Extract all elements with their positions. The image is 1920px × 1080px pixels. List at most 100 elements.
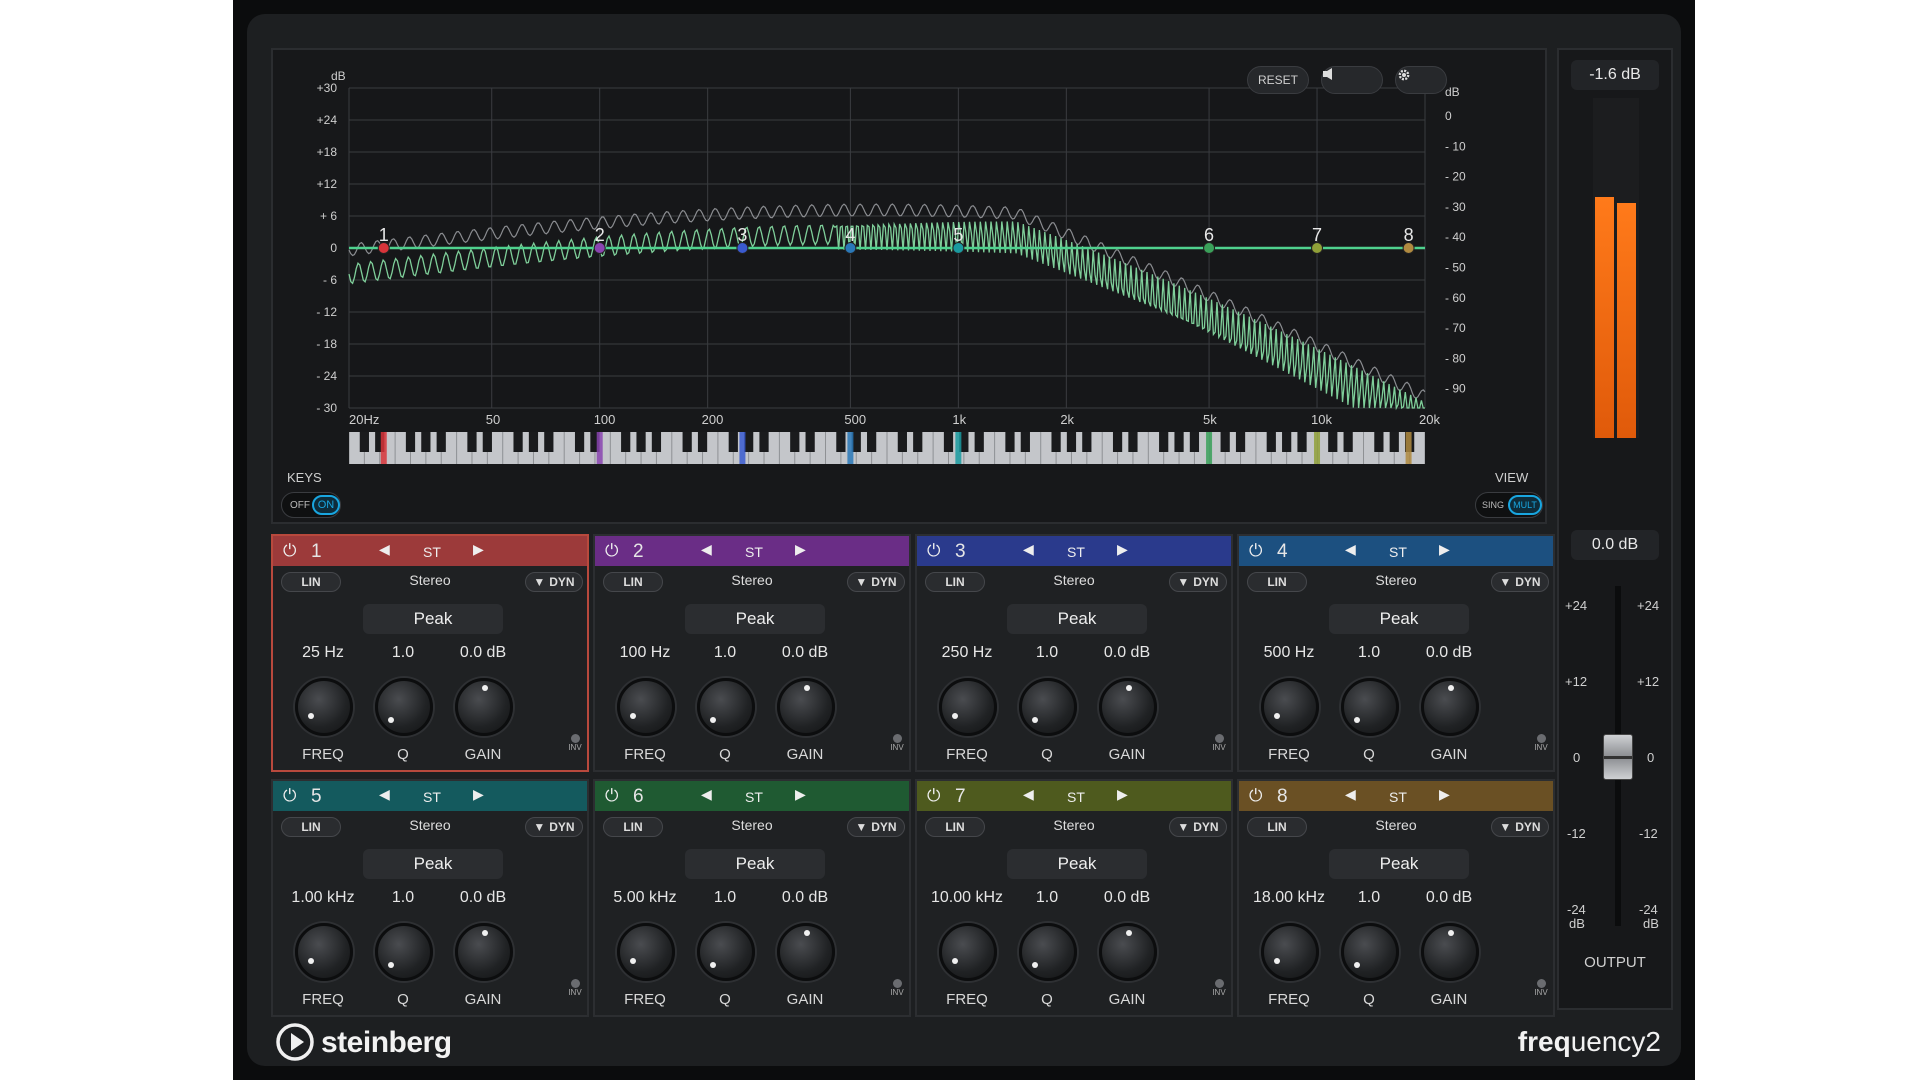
piano-black-key[interactable] xyxy=(913,432,923,452)
gain-value[interactable]: 0.0 dB xyxy=(755,889,855,907)
piano-black-key[interactable] xyxy=(1266,432,1276,452)
output-fader-handle[interactable] xyxy=(1603,734,1633,780)
piano-black-key[interactable] xyxy=(1066,432,1077,452)
next-arrow-icon[interactable]: ▶ xyxy=(473,786,484,803)
gain-knob[interactable] xyxy=(1421,923,1479,981)
eq-curve-display[interactable]: dB+30+24+18+12+ 60- 6- 12- 18- 24- 30dB0… xyxy=(273,50,1549,526)
dyn-button[interactable]: ▼ DYN xyxy=(1491,817,1549,837)
invert-toggle[interactable]: INV xyxy=(1529,979,1553,997)
piano-black-key[interactable] xyxy=(1374,432,1384,452)
filter-type-selector[interactable]: Peak xyxy=(1329,849,1469,879)
gain-knob[interactable] xyxy=(455,923,513,981)
power-icon[interactable]: ⏻ xyxy=(283,786,296,806)
power-icon[interactable]: ⏻ xyxy=(927,786,940,806)
filter-type-selector[interactable]: Peak xyxy=(1007,849,1147,879)
filter-type-selector[interactable]: Peak xyxy=(1007,604,1147,634)
gain-knob[interactable] xyxy=(1421,678,1479,736)
piano-black-key[interactable] xyxy=(467,432,477,452)
piano-black-key[interactable] xyxy=(1297,432,1307,452)
next-arrow-icon[interactable]: ▶ xyxy=(1439,786,1450,803)
prev-arrow-icon[interactable]: ◀ xyxy=(379,786,390,803)
piano-black-key[interactable] xyxy=(790,432,800,452)
piano-black-key[interactable] xyxy=(682,432,692,452)
piano-black-key[interactable] xyxy=(1174,432,1184,452)
channel-mode-label[interactable]: ST xyxy=(745,544,763,560)
eq-graph[interactable]: dB +30 +24 +18 +12 + 60- 6- 12- 18- 24- 30 dB 0… xyxy=(271,48,1547,524)
gain-knob[interactable] xyxy=(1099,923,1157,981)
invert-toggle[interactable]: INV xyxy=(885,979,909,997)
channel-mode-label[interactable]: ST xyxy=(1067,544,1085,560)
settings-button[interactable] xyxy=(1395,66,1447,94)
filter-type-selector[interactable]: Peak xyxy=(1329,604,1469,634)
power-icon[interactable]: ⏻ xyxy=(605,786,618,806)
prev-arrow-icon[interactable]: ◀ xyxy=(1023,541,1034,558)
next-arrow-icon[interactable]: ▶ xyxy=(473,541,484,558)
piano-black-key[interactable] xyxy=(1235,432,1246,452)
invert-toggle[interactable]: INV xyxy=(563,734,587,752)
piano-black-key[interactable] xyxy=(482,432,492,452)
piano-black-key[interactable] xyxy=(805,432,815,452)
prev-arrow-icon[interactable]: ◀ xyxy=(379,541,390,558)
gain-knob[interactable] xyxy=(1099,678,1157,736)
piano-black-key[interactable] xyxy=(897,432,907,452)
invert-toggle[interactable]: INV xyxy=(1207,979,1231,997)
gain-knob[interactable] xyxy=(777,678,835,736)
dyn-button[interactable]: ▼ DYN xyxy=(1491,572,1549,592)
channel-mode-label[interactable]: ST xyxy=(745,789,763,805)
next-arrow-icon[interactable]: ▶ xyxy=(1439,541,1450,558)
q-knob[interactable] xyxy=(375,923,433,981)
piano-black-key[interactable] xyxy=(436,432,446,452)
piano-black-key[interactable] xyxy=(1005,432,1015,452)
filter-type-selector[interactable]: Peak xyxy=(685,604,825,634)
q-knob[interactable] xyxy=(697,923,755,981)
power-icon[interactable]: ⏻ xyxy=(927,541,940,561)
freq-knob[interactable] xyxy=(295,923,353,981)
next-arrow-icon[interactable]: ▶ xyxy=(795,541,806,558)
gain-value[interactable]: 0.0 dB xyxy=(1399,889,1499,907)
piano-black-key[interactable] xyxy=(1082,432,1092,452)
piano-black-key[interactable] xyxy=(1220,432,1230,452)
power-icon[interactable]: ⏻ xyxy=(1249,786,1262,806)
gain-knob[interactable] xyxy=(777,923,835,981)
piano-black-key[interactable] xyxy=(1328,432,1338,452)
piano-black-key[interactable] xyxy=(836,432,846,452)
piano-black-key[interactable] xyxy=(1159,432,1169,452)
prev-arrow-icon[interactable]: ◀ xyxy=(1023,786,1034,803)
gain-value[interactable]: 0.0 dB xyxy=(433,889,533,907)
piano-black-key[interactable] xyxy=(943,432,954,452)
freq-knob[interactable] xyxy=(617,678,675,736)
invert-toggle[interactable]: INV xyxy=(1207,734,1231,752)
reset-button[interactable]: RESET xyxy=(1247,66,1309,94)
q-knob[interactable] xyxy=(1341,678,1399,736)
piano-black-key[interactable] xyxy=(636,432,646,452)
piano-black-key[interactable] xyxy=(1112,432,1123,452)
power-icon[interactable]: ⏻ xyxy=(605,541,618,561)
q-knob[interactable] xyxy=(1019,678,1077,736)
piano-black-key[interactable] xyxy=(728,432,738,452)
piano-black-key[interactable] xyxy=(1343,432,1353,452)
piano-black-key[interactable] xyxy=(697,432,708,452)
piano-black-key[interactable] xyxy=(744,432,754,452)
piano-black-key[interactable] xyxy=(544,432,554,452)
piano-black-key[interactable] xyxy=(867,432,877,452)
piano-black-key[interactable] xyxy=(1389,432,1399,452)
piano-black-key[interactable] xyxy=(405,432,416,452)
next-arrow-icon[interactable]: ▶ xyxy=(1117,786,1128,803)
gain-value[interactable]: 0.0 dB xyxy=(1077,644,1177,662)
piano-black-key[interactable] xyxy=(1128,432,1138,452)
channel-mode-label[interactable]: ST xyxy=(1067,789,1085,805)
channel-mode-label[interactable]: ST xyxy=(423,789,441,805)
filter-type-selector[interactable]: Peak xyxy=(363,604,503,634)
piano-black-key[interactable] xyxy=(1189,432,1200,452)
freq-knob[interactable] xyxy=(617,923,675,981)
freq-knob[interactable] xyxy=(1261,678,1319,736)
freq-knob[interactable] xyxy=(939,923,997,981)
power-icon[interactable]: ⏻ xyxy=(1249,541,1262,561)
keys-toggle[interactable]: OFF ON xyxy=(281,492,341,518)
piano-black-key[interactable] xyxy=(574,432,585,452)
piano-black-key[interactable] xyxy=(1282,432,1292,452)
q-knob[interactable] xyxy=(697,678,755,736)
piano-black-key[interactable] xyxy=(651,432,662,452)
channel-mode-label[interactable]: ST xyxy=(423,544,441,560)
prev-arrow-icon[interactable]: ◀ xyxy=(1345,541,1356,558)
